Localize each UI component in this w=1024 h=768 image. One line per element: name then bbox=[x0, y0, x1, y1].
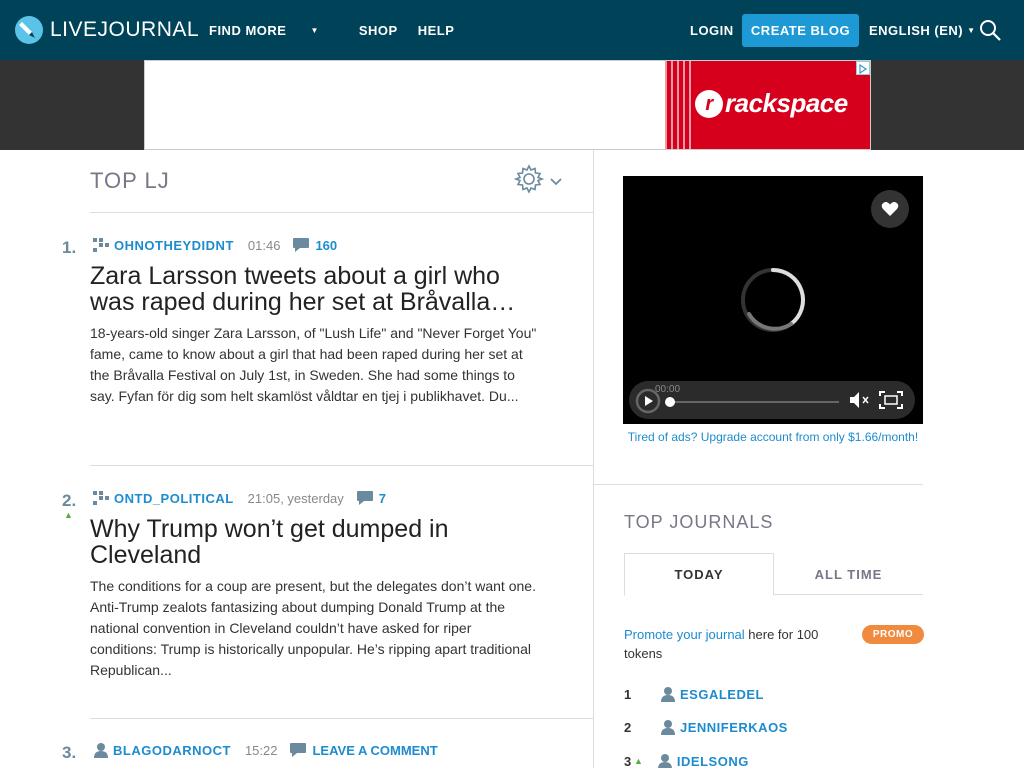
tab-all-time[interactable]: ALL TIME bbox=[774, 553, 923, 595]
upgrade-ads-link[interactable]: Tired of ads? Upgrade account from only … bbox=[623, 430, 923, 444]
ad-brand-logo: r rackspace bbox=[695, 88, 848, 119]
login-link[interactable]: LOGIN bbox=[690, 23, 734, 38]
progress-knob[interactable] bbox=[665, 397, 675, 407]
post-time: 15:22 bbox=[244, 742, 278, 758]
community-icon bbox=[93, 238, 109, 252]
divider bbox=[90, 718, 593, 719]
caret-down-icon: ▼ bbox=[967, 25, 976, 35]
comments-link[interactable]: 160 bbox=[292, 237, 337, 253]
comment-icon bbox=[290, 743, 307, 757]
ad-banner-area: r rackspace bbox=[0, 60, 1024, 150]
main-column: TOP LJ 1. OHNOTHEYDIDNT 01:46 160 Zara L… bbox=[0, 150, 594, 768]
post-rank: 2. bbox=[62, 491, 77, 510]
promo-text: Promote your journal here for 100 tokens bbox=[624, 625, 854, 663]
post-time: 01:46 bbox=[247, 237, 281, 253]
comments-link[interactable]: 7 bbox=[356, 490, 386, 506]
tab-today[interactable]: TODAY bbox=[624, 553, 774, 596]
play-icon[interactable] bbox=[635, 388, 661, 414]
page-title: TOP LJ bbox=[90, 168, 170, 193]
video-controls: 00:00 bbox=[629, 381, 915, 419]
divider bbox=[90, 212, 593, 213]
create-blog-button[interactable]: CREATE BLOG bbox=[742, 14, 859, 47]
top-journal-item: 1 ESGALEDEL bbox=[624, 684, 764, 704]
language-selector[interactable]: ENGLISH (EN) ▼ bbox=[869, 0, 976, 60]
video-player[interactable]: 00:00 bbox=[623, 176, 923, 424]
post-time: 21:05, yesterday bbox=[247, 490, 344, 506]
video-progress-bar[interactable] bbox=[665, 397, 839, 407]
nav-find-more-label: FIND MORE bbox=[209, 22, 287, 38]
fullscreen-icon[interactable] bbox=[879, 391, 903, 409]
top-journals-tabs: TODAY ALL TIME bbox=[624, 553, 923, 596]
top-journal-item: 3 ▲ IDELSONG bbox=[624, 751, 749, 768]
language-label: ENGLISH (EN) bbox=[869, 22, 964, 38]
post-meta: OHNOTHEYDIDNT 01:46 160 bbox=[93, 236, 337, 254]
gear-icon[interactable] bbox=[514, 164, 544, 194]
auth-nav: LOGIN bbox=[690, 0, 734, 60]
livejournal-logo-icon bbox=[15, 16, 43, 44]
post-title[interactable]: Why Trump won’t get dumped in Cleveland bbox=[90, 516, 550, 568]
journal-link[interactable]: ONTD_POLITICAL bbox=[114, 491, 234, 506]
livejournal-logo[interactable]: LIVEJOURNAL bbox=[14, 14, 199, 46]
ad-banner[interactable]: r rackspace bbox=[144, 60, 871, 150]
user-icon bbox=[661, 687, 675, 702]
loading-spinner-icon bbox=[741, 268, 805, 332]
site-header: LIVEJOURNAL FIND MORE ▼ SHOP HELP LOGIN C… bbox=[0, 0, 1024, 60]
ad-brand-mark: r bbox=[695, 89, 723, 118]
comment-icon bbox=[293, 238, 310, 252]
nav-shop[interactable]: SHOP bbox=[359, 23, 398, 38]
community-icon bbox=[93, 491, 109, 505]
divider bbox=[90, 465, 593, 466]
comments-count: 160 bbox=[315, 237, 338, 253]
rank-up-icon: ▲ bbox=[64, 510, 73, 520]
chevron-down-icon[interactable] bbox=[550, 178, 562, 186]
heart-icon bbox=[881, 202, 899, 216]
caret-down-icon: ▼ bbox=[310, 25, 319, 35]
divider bbox=[594, 484, 923, 485]
post-rank: 3. bbox=[62, 743, 77, 762]
journal-rank: 1 bbox=[624, 686, 632, 702]
nav-find-more[interactable]: FIND MORE ▼ bbox=[209, 23, 339, 38]
post-meta: ONTD_POLITICAL 21:05, yesterday 7 bbox=[93, 489, 386, 507]
ad-brand-text: rackspace bbox=[725, 88, 848, 118]
nav-help[interactable]: HELP bbox=[418, 23, 455, 38]
user-icon bbox=[657, 754, 672, 768]
main-nav: FIND MORE ▼ SHOP HELP bbox=[209, 0, 474, 60]
user-icon bbox=[94, 743, 108, 758]
journal-link[interactable]: IDELSONG bbox=[677, 754, 749, 768]
journal-link[interactable]: ESGALEDEL bbox=[680, 687, 764, 702]
like-button[interactable] bbox=[871, 190, 909, 228]
promo-badge[interactable]: PROMO bbox=[862, 625, 924, 644]
ad-pattern bbox=[665, 61, 695, 149]
journal-link[interactable]: JENNIFERKAOS bbox=[680, 720, 788, 735]
journal-link[interactable]: BLAGODARNOCT bbox=[113, 743, 231, 758]
post-title[interactable]: Zara Larsson tweets about a girl who was… bbox=[90, 263, 550, 315]
top-journal-item: 2 JENNIFERKAOS bbox=[624, 717, 788, 737]
comment-icon bbox=[356, 491, 373, 505]
rank-up-icon: ▲ bbox=[634, 756, 643, 766]
top-journals-title: TOP JOURNALS bbox=[624, 512, 774, 532]
post-rank: 1. bbox=[62, 238, 77, 257]
ad-brand-panel: r rackspace bbox=[665, 61, 870, 149]
post-excerpt: The conditions for a coup are present, b… bbox=[90, 578, 536, 678]
promote-journal-link[interactable]: Promote your journal bbox=[624, 627, 745, 642]
journal-rank: 2 bbox=[624, 719, 632, 735]
post-excerpt: 18-years-old singer Zara Larsson, of "Lu… bbox=[90, 325, 537, 404]
ad-choices-icon[interactable] bbox=[856, 61, 870, 75]
search-icon[interactable] bbox=[979, 19, 1001, 41]
comments-count: 7 bbox=[378, 490, 387, 506]
user-icon bbox=[661, 720, 675, 735]
logo-text: LIVEJOURNAL bbox=[50, 18, 200, 41]
leave-comment-link[interactable]: LEAVE A COMMENT bbox=[289, 742, 438, 758]
mute-icon[interactable] bbox=[849, 391, 873, 409]
journal-link[interactable]: OHNOTHEYDIDNT bbox=[114, 238, 234, 253]
post-meta: BLAGODARNOCT 15:22 LEAVE A COMMENT bbox=[93, 741, 438, 759]
leave-comment-label: LEAVE A COMMENT bbox=[312, 742, 438, 758]
